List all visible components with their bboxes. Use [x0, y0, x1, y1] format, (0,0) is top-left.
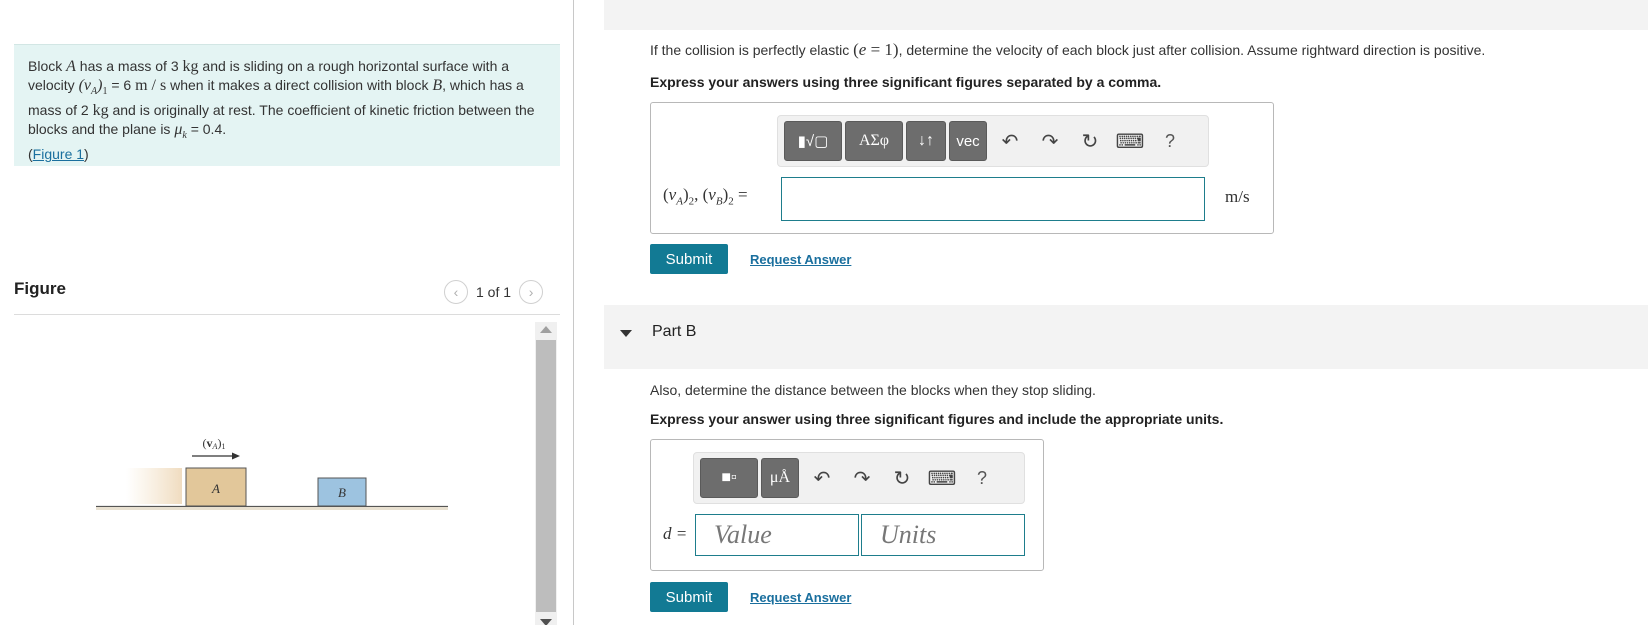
- velocity-label: (vA)1: [203, 436, 226, 451]
- divider: [14, 314, 560, 315]
- chevron-left-icon: ‹: [453, 284, 459, 300]
- reset-button[interactable]: ↻: [882, 458, 922, 498]
- next-figure-button[interactable]: ›: [519, 280, 544, 304]
- var-b: B: [432, 77, 443, 94]
- part-b-equation-label: d =: [663, 524, 688, 543]
- question-text: , determine the velocity of each block j…: [898, 42, 1486, 58]
- figure-pager: ‹ 1 of 1 ›: [444, 279, 544, 305]
- part-b-header-band[interactable]: [604, 305, 1648, 369]
- vector-button[interactable]: vec: [949, 121, 987, 161]
- greek-icon: ΑΣφ: [858, 132, 890, 149]
- math-toolbar: ▮√▢ ΑΣφ ↓↑ vec ↶ ↷ ↻ ⌨ ?: [777, 115, 1209, 167]
- figure-scrollbar[interactable]: [535, 322, 557, 625]
- motion-shading: [126, 468, 182, 504]
- scroll-down-arrow-icon[interactable]: [540, 619, 552, 625]
- vec-icon: vec: [956, 132, 980, 150]
- redo-button[interactable]: ↷: [1030, 121, 1070, 161]
- mu-k: μk: [174, 121, 187, 142]
- units-placeholder: Units: [880, 520, 937, 549]
- reset-icon: ↻: [893, 467, 911, 490]
- units-icon: μÅ: [769, 469, 791, 486]
- figure-link[interactable]: Figure 1: [33, 146, 84, 162]
- part-a-request-answer-link[interactable]: Request Answer: [750, 252, 851, 267]
- templates-button[interactable]: ▮√▢: [784, 121, 842, 161]
- problem-text: = 0.4.: [186, 121, 227, 138]
- undo-icon: ↶: [813, 467, 831, 490]
- units-button[interactable]: μÅ: [761, 458, 799, 498]
- figure-page-count: 1 of 1: [476, 284, 512, 300]
- part-a-unit: m/s: [1225, 187, 1250, 206]
- elastic-condition: (e = 1): [853, 40, 899, 59]
- redo-icon: ↷: [853, 467, 871, 490]
- scroll-thumb[interactable]: [536, 340, 556, 612]
- scroll-up-arrow-icon[interactable]: [540, 326, 552, 333]
- velocity-arrowhead: [232, 452, 240, 460]
- part-a-submit-button[interactable]: Submit: [650, 244, 728, 274]
- part-a-equation-label: (vA)2, (vB)2 =: [663, 185, 748, 208]
- undo-button[interactable]: ↶: [802, 458, 842, 498]
- ground-shade: [96, 507, 448, 510]
- block-b-label: B: [338, 485, 346, 500]
- part-b-answer-box: ■▫ μÅ ↶ ↷ ↻ ⌨ ? d = Value Units: [650, 439, 1044, 571]
- part-a-header-band: [604, 0, 1648, 30]
- problem-text: = 6: [107, 77, 136, 93]
- problem-text: when it makes a direct collision with bl…: [166, 77, 433, 93]
- part-b-submit-button[interactable]: Submit: [650, 582, 728, 612]
- velocity-a1: (vA)1: [78, 77, 108, 98]
- problem-text: has a mass of 3: [75, 58, 183, 74]
- reset-icon: ↻: [1081, 130, 1099, 153]
- undo-icon: ↶: [1001, 130, 1019, 153]
- templates-icon: ■▫: [721, 469, 737, 486]
- templates-icon: ▮√▢: [797, 133, 829, 150]
- collision-figure: A B (vA)1: [96, 436, 448, 510]
- units-toolbar: ■▫ μÅ ↶ ↷ ↻ ⌨ ?: [693, 452, 1025, 504]
- keyboard-button[interactable]: ⌨: [922, 458, 962, 498]
- undo-button[interactable]: ↶: [990, 121, 1030, 161]
- figure-title: Figure: [14, 279, 66, 298]
- part-a-answer-input[interactable]: [781, 177, 1205, 221]
- chevron-right-icon: ›: [528, 284, 534, 300]
- part-a-question: If the collision is perfectly elastic (e…: [650, 40, 1485, 60]
- unit-kg: kg: [92, 102, 109, 120]
- greek-symbols-button[interactable]: ΑΣφ: [845, 121, 903, 161]
- part-a-answer-box: ▮√▢ ΑΣφ ↓↑ vec ↶ ↷ ↻ ⌨ ? (vA)2, (vB)2 = …: [650, 102, 1274, 234]
- collapse-caret-icon[interactable]: [620, 330, 632, 337]
- part-b-request-answer-link[interactable]: Request Answer: [750, 590, 851, 605]
- help-icon: ?: [1164, 130, 1175, 151]
- help-button[interactable]: ?: [962, 458, 1002, 498]
- value-placeholder: Value: [714, 520, 772, 549]
- arrows-updown-icon: ↓↑: [918, 132, 934, 149]
- left-pane: Block A has a mass of 3 kg and is slidin…: [0, 0, 574, 625]
- var-a: A: [66, 58, 76, 75]
- part-b-title[interactable]: Part B: [652, 323, 696, 341]
- keyboard-button[interactable]: ⌨: [1110, 121, 1150, 161]
- part-b-question: Also, determine the distance between the…: [650, 382, 1096, 398]
- problem-statement: Block A has a mass of 3 kg and is slidin…: [14, 44, 560, 166]
- subscript-superscript-button[interactable]: ↓↑: [906, 121, 946, 161]
- part-a-instruction: Express your answers using three signifi…: [650, 74, 1162, 90]
- templates-button[interactable]: ■▫: [700, 458, 758, 498]
- unit-kg: kg: [182, 58, 199, 75]
- prev-figure-button[interactable]: ‹: [444, 280, 468, 304]
- unit-ms: m / s: [135, 77, 167, 94]
- units-input[interactable]: Units: [861, 514, 1025, 556]
- help-button[interactable]: ?: [1150, 121, 1190, 161]
- value-input[interactable]: Value: [695, 514, 859, 556]
- reset-button[interactable]: ↻: [1070, 121, 1110, 161]
- question-text: If the collision is perfectly elastic: [650, 42, 854, 58]
- problem-text: Block: [28, 58, 67, 74]
- keyboard-icon: ⌨: [1115, 130, 1145, 153]
- part-b-instruction: Express your answer using three signific…: [650, 411, 1224, 427]
- redo-icon: ↷: [1041, 130, 1059, 153]
- keyboard-icon: ⌨: [927, 467, 957, 490]
- redo-button[interactable]: ↷: [842, 458, 882, 498]
- help-icon: ?: [976, 467, 987, 488]
- block-a-label: A: [211, 481, 220, 496]
- right-pane: If the collision is perfectly elastic (e…: [576, 0, 1648, 625]
